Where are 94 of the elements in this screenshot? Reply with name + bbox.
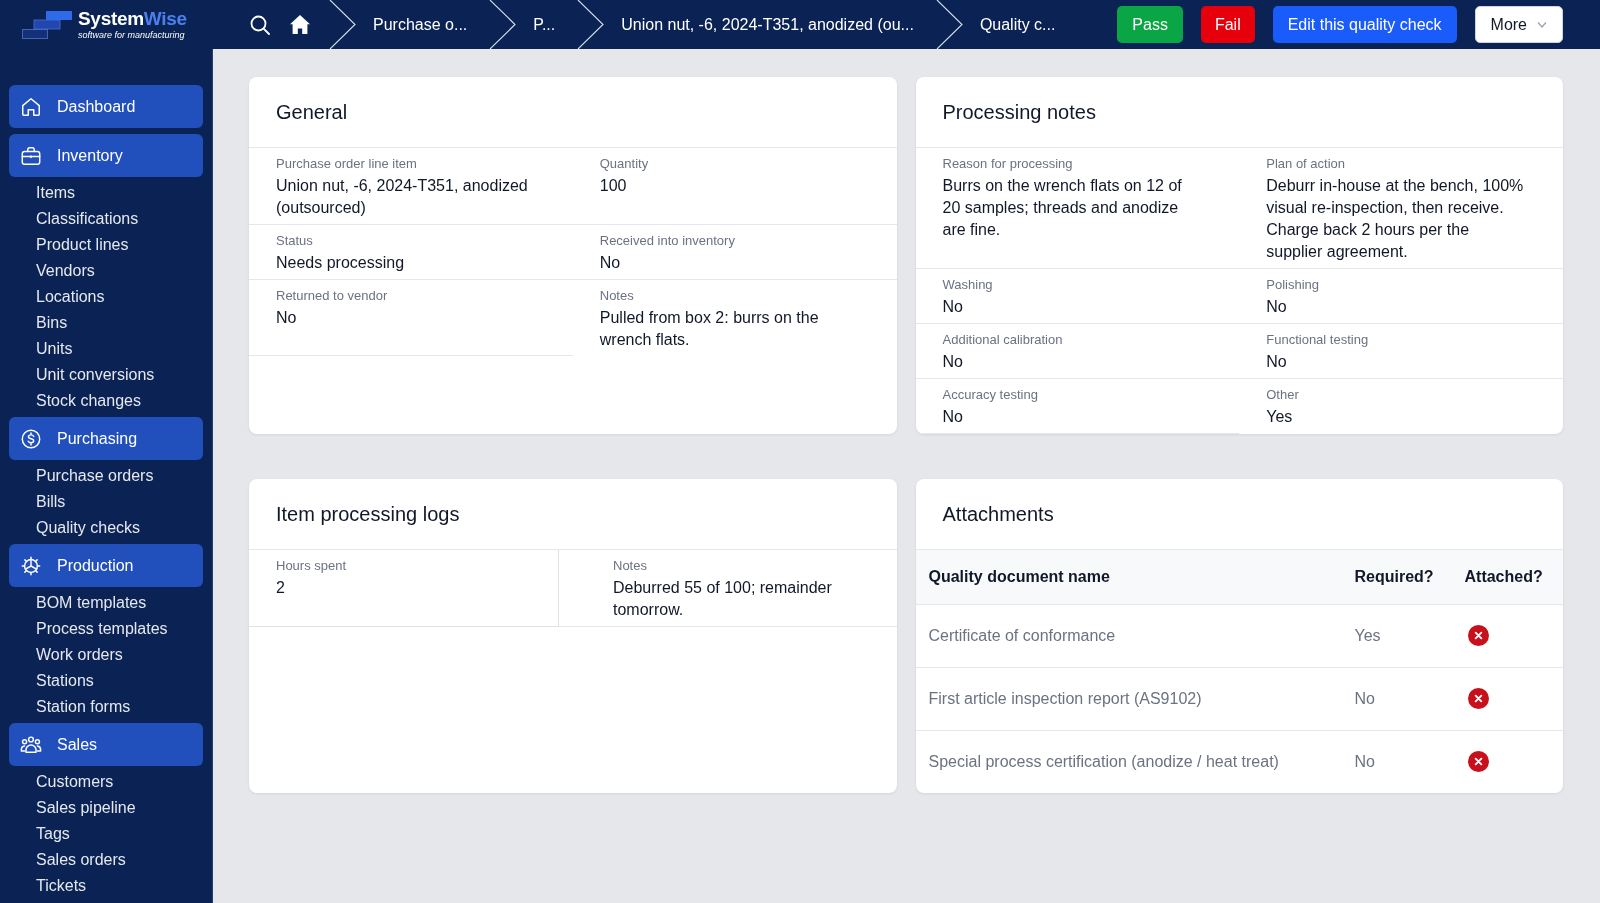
nav-link[interactable]: Work orders bbox=[36, 642, 123, 668]
field-label: Plan of action bbox=[1266, 155, 1347, 173]
nav-link[interactable]: Bins bbox=[36, 310, 68, 336]
logo-mark-icon bbox=[21, 9, 73, 40]
edit-button[interactable]: Edit this quality check bbox=[1272, 6, 1457, 43]
table-cell: Special process certification (anodize / heat treat) bbox=[915, 730, 1342, 793]
field-label: Notes bbox=[613, 557, 648, 575]
nav-link[interactable]: Units bbox=[36, 336, 73, 362]
nav-link[interactable]: Bills bbox=[36, 489, 66, 515]
nav-link[interactable]: Tickets bbox=[36, 873, 87, 899]
field-label: Washing bbox=[942, 276, 994, 294]
field-label: Other bbox=[1266, 386, 1300, 404]
search-icon[interactable] bbox=[250, 14, 270, 35]
table-cell: Certificate of conformance bbox=[915, 604, 1342, 667]
nav-section-button[interactable]: Inventory bbox=[9, 134, 203, 177]
nav-link[interactable]: Vendors bbox=[36, 258, 95, 284]
field-value: No bbox=[1266, 297, 1288, 317]
nav-section-button[interactable]: Dashboard bbox=[9, 85, 203, 128]
table-cell: First article inspection report (AS9102) bbox=[915, 667, 1342, 730]
nav-link[interactable]: Purchase orders bbox=[36, 463, 154, 489]
chevron-separator-icon bbox=[489, 0, 517, 49]
table-header-cell: Attached? bbox=[1451, 550, 1563, 604]
field-value: Burrs on the wrench flats on 12 of 20 samples; threads and anodize are fine. bbox=[942, 176, 1183, 240]
nav-link[interactable]: Station forms bbox=[36, 694, 131, 720]
nav-link[interactable]: Sales pipeline bbox=[36, 795, 136, 821]
field-value: No bbox=[599, 253, 622, 273]
people-icon bbox=[20, 733, 42, 756]
field-value: Deburred 55 of 100; remainder tomorrow. bbox=[613, 578, 833, 620]
field-label: Quantity bbox=[599, 155, 650, 173]
field-label: Functional testing bbox=[1266, 331, 1370, 349]
nav-section-button[interactable]: Purchasing bbox=[9, 417, 203, 460]
card-title: Item processing logs bbox=[276, 502, 460, 527]
field-label: Returned to vendor bbox=[276, 287, 389, 305]
breadcrumb-link[interactable]: P... bbox=[533, 12, 556, 37]
dollar-circle-icon bbox=[20, 427, 42, 450]
nav-section-button[interactable]: Sales bbox=[9, 723, 203, 766]
table-cell: Yes bbox=[1341, 604, 1452, 667]
field-value: Needs processing bbox=[276, 253, 406, 273]
field-value: Pulled from box 2: burrs on the wrench flats. bbox=[599, 308, 820, 350]
table-cell: No bbox=[1341, 667, 1452, 730]
chevron-separator-icon bbox=[329, 0, 356, 49]
field-value: Deburr in-house at the bench, 100% visual re-inspection, then receive. Charge back 2 hours per the supplier agreement. bbox=[1266, 176, 1525, 262]
card-title: Attachments bbox=[942, 502, 1054, 527]
fail-button[interactable]: Fail bbox=[1200, 6, 1255, 43]
more-menu-button[interactable]: More bbox=[1474, 6, 1563, 43]
chevron-separator-icon bbox=[935, 0, 963, 49]
field-label: Hours spent bbox=[276, 557, 348, 575]
nav-link[interactable]: Sales orders bbox=[36, 847, 126, 873]
house-icon bbox=[20, 95, 42, 118]
field-label: Status bbox=[276, 232, 314, 250]
nav-link[interactable]: Stations bbox=[36, 668, 94, 694]
field-value: Union nut, -6, 2024-T351, anodized (outsourced) bbox=[276, 176, 529, 218]
field-value: No bbox=[942, 297, 964, 317]
field-value: No bbox=[942, 407, 964, 427]
gear-icon bbox=[20, 554, 42, 577]
field-value: No bbox=[942, 352, 964, 372]
breadcrumb-link[interactable]: Union nut, -6, 2024-T351, anodized (ou... bbox=[621, 12, 914, 37]
field-label: Received into inventory bbox=[599, 232, 736, 250]
caret-icon bbox=[1537, 21, 1547, 28]
nav-link[interactable]: Stock changes bbox=[36, 388, 141, 414]
nav-link[interactable]: Product lines bbox=[36, 232, 129, 258]
logo-tagline: software for manufacturing bbox=[78, 30, 186, 41]
field-value: No bbox=[1266, 352, 1288, 372]
table-header-cell: Required? bbox=[1341, 550, 1452, 604]
nav-link[interactable]: Quality checks bbox=[36, 515, 141, 541]
breadcrumb-link[interactable]: Quality c... bbox=[979, 12, 1056, 37]
card-title: Processing notes bbox=[942, 100, 1096, 125]
table-header-cell: Quality document name bbox=[915, 550, 1342, 604]
chevron-separator-icon bbox=[577, 0, 605, 49]
nav-link[interactable]: Locations bbox=[36, 284, 105, 310]
home-icon[interactable] bbox=[290, 15, 310, 34]
nav-link[interactable]: Unit conversions bbox=[36, 362, 155, 388]
field-label: Polishing bbox=[1266, 276, 1320, 294]
field-label: Additional calibration bbox=[942, 331, 1064, 349]
nav-link[interactable]: Customers bbox=[36, 769, 114, 795]
field-value: Yes bbox=[1266, 407, 1294, 427]
field-label: Accuracy testing bbox=[942, 386, 1039, 404]
nav-link[interactable]: Tags bbox=[36, 821, 70, 847]
nav-section-button[interactable]: Production bbox=[9, 544, 203, 587]
nav-link[interactable]: Items bbox=[36, 180, 76, 206]
logo-wordmark: SystemWise bbox=[78, 8, 187, 30]
nav-link[interactable]: Process templates bbox=[36, 616, 168, 642]
briefcase-icon bbox=[20, 144, 42, 167]
nav-link[interactable]: Classifications bbox=[36, 206, 139, 232]
field-label: Purchase order line item bbox=[276, 155, 418, 173]
field-value: No bbox=[276, 308, 298, 328]
field-value: 2 bbox=[276, 578, 286, 598]
breadcrumb-link[interactable]: Purchase o... bbox=[373, 12, 468, 37]
field-label: Reason for processing bbox=[942, 155, 1074, 173]
nav-link[interactable]: BOM templates bbox=[36, 590, 147, 616]
field-value: 100 bbox=[599, 176, 628, 196]
field-label: Notes bbox=[599, 287, 635, 305]
table-cell: No bbox=[1341, 730, 1452, 793]
card-title: General bbox=[276, 100, 348, 125]
